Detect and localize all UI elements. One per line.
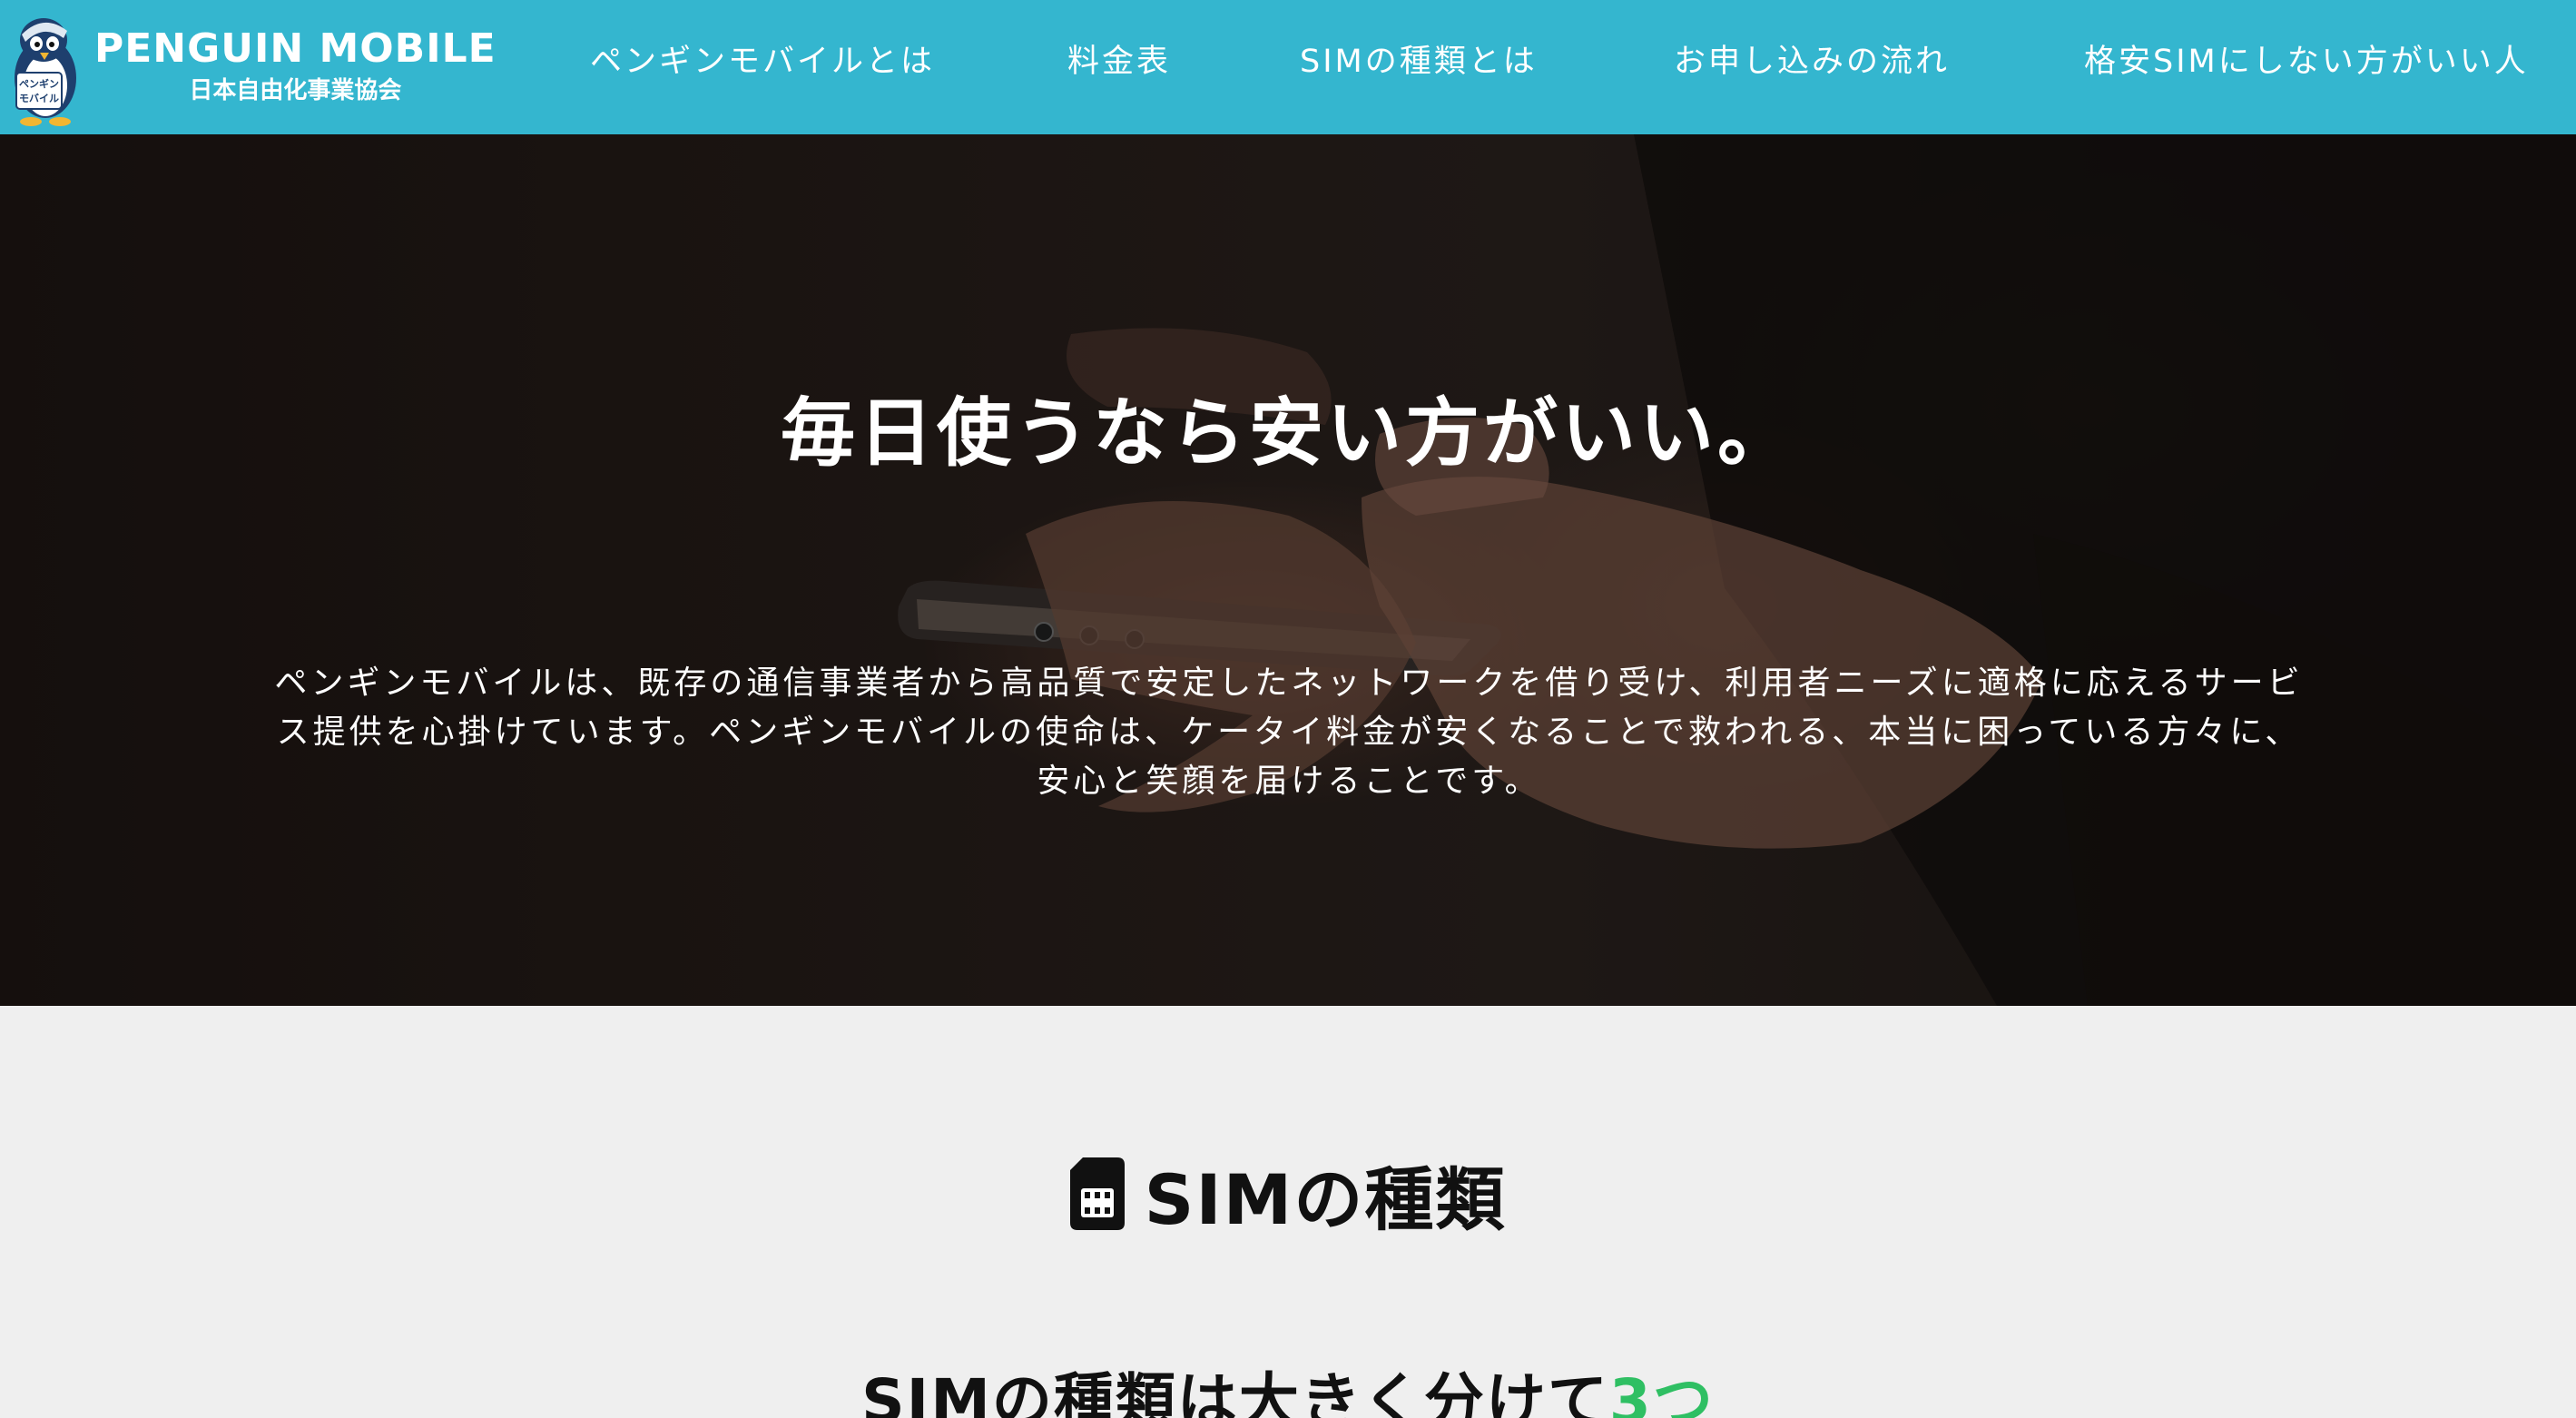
nav-item-pricing[interactable]: 料金表 [1067,0,1171,123]
hero-title: 毎日使うなら安い方がいい。 [780,390,1795,477]
nav-item-about[interactable]: ペンギンモバイルとは [590,0,935,123]
main-navigation: ペンギンモバイルとは 料金表 SIMの種類とは お申し込みの流れ 格安SIMにし… [0,0,2576,134]
sim-card-icon [1069,1157,1125,1230]
nav-item-not-recommended[interactable]: 格安SIMにしない方がいい人 [2084,0,2529,123]
nav-item-application-flow[interactable]: お申し込みの流れ [1674,0,1950,123]
section-title: SIMの種類 [1144,1159,1507,1240]
hero-banner: 毎日使うなら安い方がいい。 ペンギンモバイルは、既存の通信事業者から高品質で安定… [0,134,2576,1006]
nav-item-sim-types[interactable]: SIMの種類とは [1300,0,1538,123]
sim-types-heading: SIMの種類 [0,1144,2576,1244]
site-header: ペンギン モバイル PENGUIN MOBILE 日本自由化事業協会 ペンギンモ… [0,0,2576,134]
hero-description: ペンギンモバイルは、既存の通信事業者から高品質で安定したネットワークを借り受け、… [274,665,2304,800]
section-subtitle: SIMの種類は大きく分けて3つ [0,1353,2576,1418]
section-subtitle-accent: 3つ [1608,1366,1715,1418]
section-subtitle-text: SIMの種類は大きく分けて [861,1366,1609,1418]
page: ペンギン モバイル PENGUIN MOBILE 日本自由化事業協会 ペンギンモ… [0,0,2576,1418]
hero-background-image [0,134,2576,1006]
